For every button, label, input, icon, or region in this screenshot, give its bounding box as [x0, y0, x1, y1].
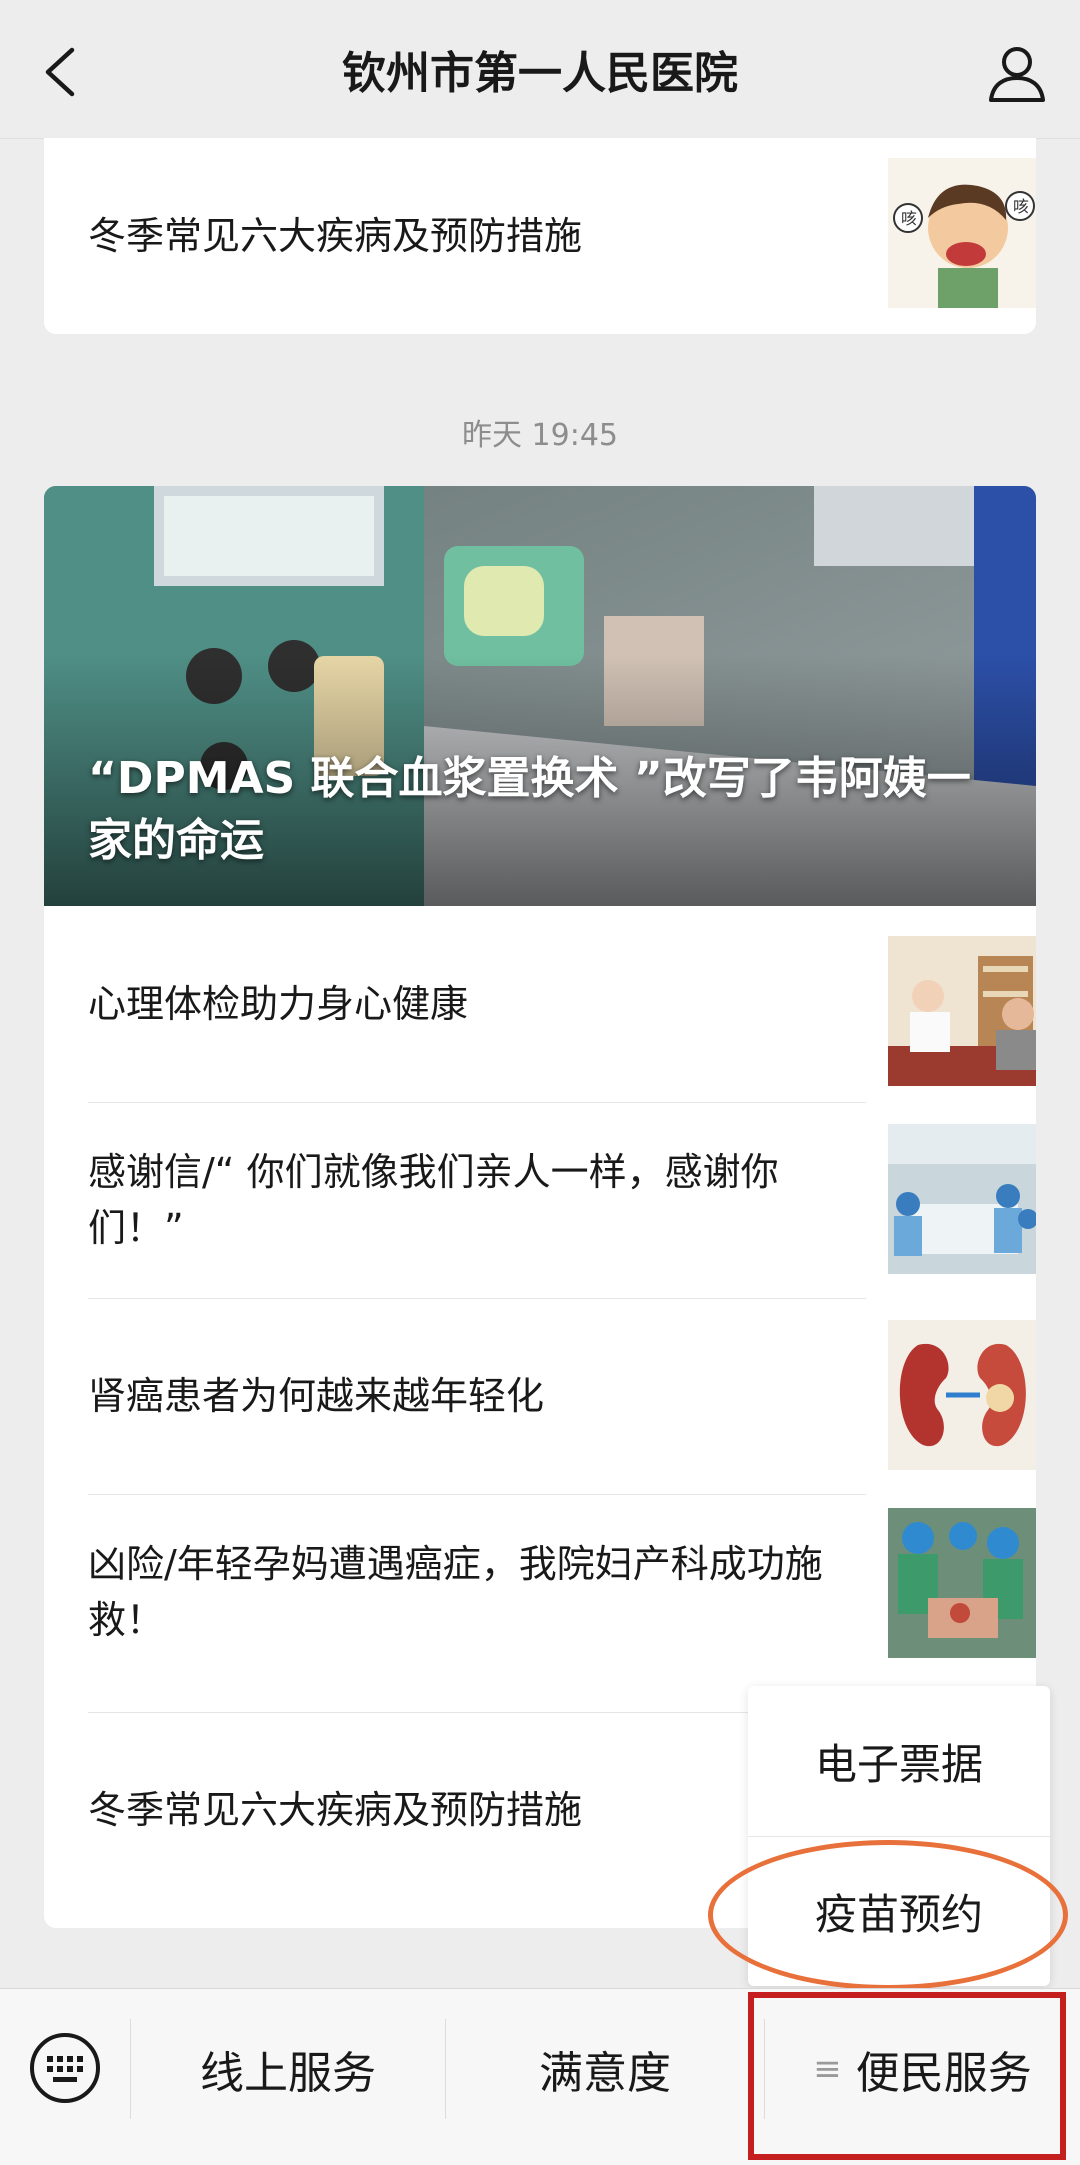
article-thumbnail	[888, 936, 1036, 1086]
svg-text:咳: 咳	[901, 209, 917, 228]
article-thumbnail	[888, 1508, 1036, 1658]
keyboard-icon	[30, 2033, 100, 2103]
page-title: 钦州市第一人民医院	[342, 48, 738, 99]
article-title: 凶险/年轻孕妈遭遇癌症，我院妇产科成功施救！	[88, 1542, 823, 1642]
hero-article[interactable]: “DPMAS 联合血浆置换术 ”改写了韦阿姨一家的命运	[44, 486, 1036, 906]
article-thumbnail	[888, 1320, 1036, 1470]
menu-satisfaction[interactable]: 满意度	[446, 1989, 764, 2149]
list-item[interactable]: 肾癌患者为何越来越年轻化	[88, 1298, 1036, 1494]
bottom-menu-bar: 线上服务 满意度 ≡ 便民服务	[0, 1988, 1080, 2165]
list-item[interactable]: 心理体检助力身心健康	[88, 906, 1036, 1102]
article-title: 肾癌患者为何越来越年轻化	[88, 1374, 545, 1418]
article-card-previous: 冬季常见六大疾病及预防措施 咳 咳	[44, 138, 1036, 334]
list-item[interactable]: 冬季常见六大疾病及预防措施 咳 咳	[88, 138, 1036, 334]
article-thumbnail	[888, 1124, 1036, 1274]
menu-item-vaccine-booking[interactable]: 疫苗预约	[748, 1836, 1050, 1986]
message-timestamp: 昨天 19:45	[462, 418, 618, 453]
user-icon	[989, 47, 1045, 102]
menu-convenience-services[interactable]: ≡ 便民服务	[765, 1989, 1080, 2149]
article-thumbnail: 咳 咳	[888, 158, 1036, 308]
list-item[interactable]: 凶险/年轻孕妈遭遇癌症，我院妇产科成功施救！	[88, 1494, 1036, 1690]
menu-lines-icon: ≡	[813, 2049, 842, 2089]
menu-online-services[interactable]: 线上服务	[131, 1989, 445, 2149]
keyboard-toggle-button[interactable]	[28, 2031, 102, 2105]
menu-item-e-receipt[interactable]: 电子票据	[748, 1686, 1050, 1836]
list-item[interactable]: 感谢信/“ 你们就像我们亲人一样，感谢你们！”	[88, 1102, 1036, 1298]
menu-convenience-services-label: 便民服务	[855, 2048, 1032, 2099]
article-title: 心理体检助力身心健康	[88, 982, 469, 1026]
profile-button[interactable]	[984, 40, 1050, 106]
service-popup-menu: 电子票据 疫苗预约	[748, 1686, 1050, 1986]
article-title: 冬季常见六大疾病及预防措施	[88, 1788, 583, 1832]
svg-text:咳: 咳	[1013, 197, 1029, 216]
top-nav-bar: 钦州市第一人民医院	[0, 0, 1080, 139]
hero-article-title: “DPMAS 联合血浆置换术 ”改写了韦阿姨一家的命运	[88, 753, 971, 866]
article-title: 冬季常见六大疾病及预防措施	[88, 214, 583, 258]
article-title: 感谢信/“ 你们就像我们亲人一样，感谢你们！”	[88, 1150, 779, 1250]
